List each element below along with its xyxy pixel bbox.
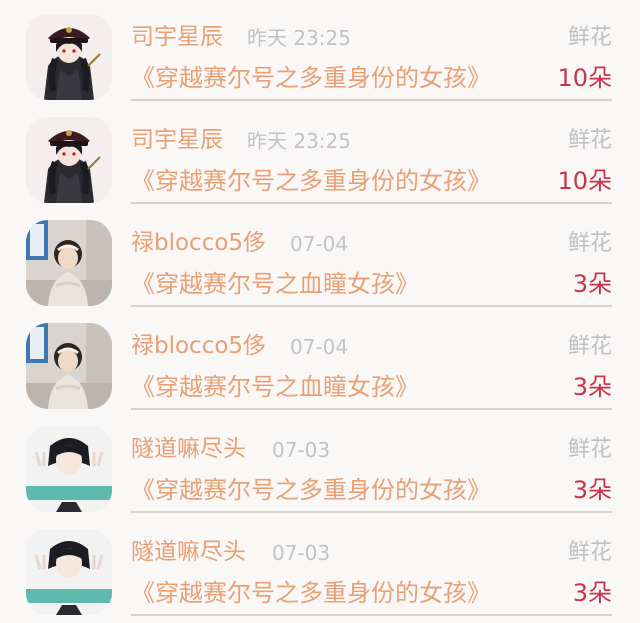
book-title-link[interactable]: 《穿越赛尔号之多重身份的女孩》 (131, 62, 491, 94)
gift-type: 鲜花 (567, 334, 612, 359)
avatar-girl-peace-sign-icon (26, 529, 112, 615)
divider (131, 305, 612, 307)
avatar-anime-officer-icon (26, 14, 112, 100)
timestamp: 昨天 23:25 (247, 26, 351, 50)
avatar-girl-photo-icon (26, 323, 112, 409)
avatar-girl-peace-sign-icon (26, 426, 112, 512)
gift-count: 3朵 (572, 373, 612, 401)
gift-record-row[interactable]: 隧道嘛尽头 07-03 鲜花 《穿越赛尔号之多重身份的女孩》 3朵 (0, 412, 640, 515)
avatar-girl-photo-icon (26, 220, 112, 306)
avatar[interactable] (26, 426, 112, 512)
gift-count: 10朵 (557, 167, 612, 195)
divider (131, 408, 612, 410)
timestamp: 昨天 23:25 (247, 129, 351, 153)
sender-name[interactable]: 禄blocco5侈 (131, 228, 266, 258)
gift-type: 鲜花 (567, 231, 612, 256)
sender-name[interactable]: 司宇星辰 (131, 125, 223, 155)
timestamp: 07-04 (290, 335, 349, 359)
divider (131, 202, 612, 204)
timestamp: 07-03 (272, 438, 331, 462)
book-title-link[interactable]: 《穿越赛尔号之血瞳女孩》 (131, 268, 419, 300)
gift-record-row[interactable]: 禄blocco5侈 07-04 鲜花 《穿越赛尔号之血瞳女孩》 3朵 (0, 206, 640, 309)
avatar-anime-officer-icon (26, 117, 112, 203)
gift-record-list: 司宇星辰 昨天 23:25 鲜花 《穿越赛尔号之多重身份的女孩》 10朵 司宇星… (0, 0, 640, 623)
divider (131, 511, 612, 513)
avatar[interactable] (26, 529, 112, 615)
gift-count: 10朵 (557, 64, 612, 92)
timestamp: 07-04 (290, 232, 349, 256)
gift-record-row[interactable]: 司宇星辰 昨天 23:25 鲜花 《穿越赛尔号之多重身份的女孩》 10朵 (0, 103, 640, 206)
book-title-link[interactable]: 《穿越赛尔号之多重身份的女孩》 (131, 165, 491, 197)
sender-name[interactable]: 隧道嘛尽头 (131, 434, 246, 464)
gift-count: 3朵 (572, 476, 612, 504)
sender-name[interactable]: 隧道嘛尽头 (131, 537, 246, 567)
gift-count: 3朵 (572, 270, 612, 298)
avatar[interactable] (26, 14, 112, 100)
divider (131, 99, 612, 101)
avatar[interactable] (26, 323, 112, 409)
gift-type: 鲜花 (567, 128, 612, 153)
gift-type: 鲜花 (567, 25, 612, 50)
avatar[interactable] (26, 220, 112, 306)
gift-type: 鲜花 (567, 540, 612, 565)
sender-name[interactable]: 禄blocco5侈 (131, 331, 266, 361)
sender-name[interactable]: 司宇星辰 (131, 22, 223, 52)
gift-type: 鲜花 (567, 437, 612, 462)
avatar[interactable] (26, 117, 112, 203)
gift-record-row[interactable]: 隧道嘛尽头 07-03 鲜花 《穿越赛尔号之多重身份的女孩》 3朵 (0, 515, 640, 618)
book-title-link[interactable]: 《穿越赛尔号之多重身份的女孩》 (131, 577, 491, 609)
gift-record-row[interactable]: 禄blocco5侈 07-04 鲜花 《穿越赛尔号之血瞳女孩》 3朵 (0, 309, 640, 412)
book-title-link[interactable]: 《穿越赛尔号之血瞳女孩》 (131, 371, 419, 403)
gift-record-row[interactable]: 司宇星辰 昨天 23:25 鲜花 《穿越赛尔号之多重身份的女孩》 10朵 (0, 0, 640, 103)
divider (131, 614, 612, 616)
gift-count: 3朵 (572, 579, 612, 607)
timestamp: 07-03 (272, 541, 331, 565)
book-title-link[interactable]: 《穿越赛尔号之多重身份的女孩》 (131, 474, 491, 506)
